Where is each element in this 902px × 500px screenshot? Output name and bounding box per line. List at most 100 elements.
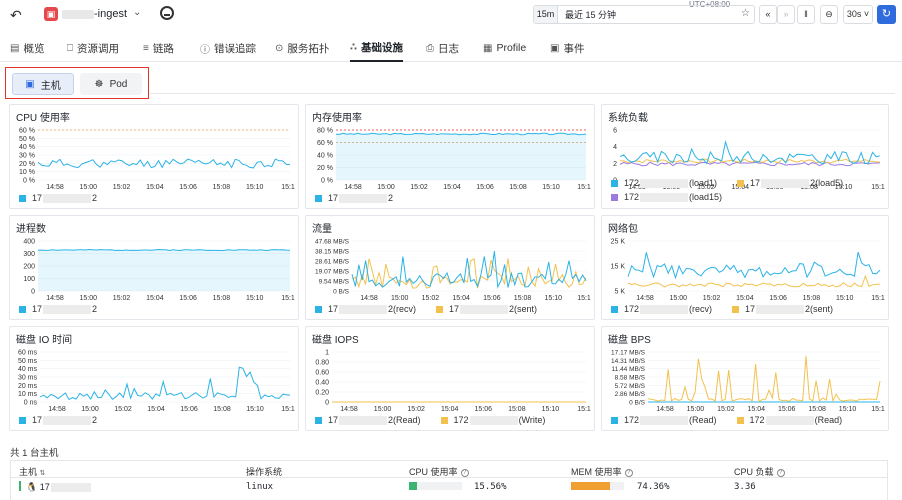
back-arrow-icon[interactable]: ↶ bbox=[10, 7, 22, 24]
status-indicator bbox=[19, 481, 21, 491]
x-tick-label: 15:10 bbox=[246, 406, 264, 413]
y-tick-label: 0.60 bbox=[315, 370, 329, 377]
legend-item[interactable]: 172(Read) bbox=[736, 415, 843, 425]
tab-resource[interactable]: ⎕ 资源调用 bbox=[67, 34, 119, 62]
legend-item[interactable]: 172(recv) bbox=[315, 304, 416, 314]
refresh-icon[interactable]: ↻ bbox=[877, 5, 896, 24]
help-icon[interactable]: ? bbox=[624, 468, 633, 477]
x-tick-label: 15:08 bbox=[213, 406, 231, 413]
legend-item[interactable]: 17 2 bbox=[315, 193, 393, 203]
cpu-usage-card: CPU 使用率 60 % 50 % 40 % 30 % 20 % 10 % 0 % 14:58 1… bbox=[9, 104, 299, 209]
log-icon: ⎙ bbox=[426, 42, 434, 54]
tab-error[interactable]: ⓘ 错误追踪 bbox=[200, 34, 256, 62]
legend-text: (Read) bbox=[814, 415, 843, 425]
help-icon[interactable]: ? bbox=[776, 468, 785, 477]
tab-trace[interactable]: ≡ 链路 bbox=[143, 34, 174, 62]
y-tick-label: 5.72 MB/S bbox=[615, 383, 646, 390]
chart-legend: 17 2 bbox=[315, 193, 589, 203]
legend-item[interactable]: 172 (load1) bbox=[611, 178, 717, 188]
y-tick-label: 0 B/S bbox=[629, 400, 646, 407]
y-tick-label: 60 ms bbox=[18, 350, 38, 357]
series-area bbox=[38, 249, 290, 291]
legend-item[interactable]: 172 (load15) bbox=[611, 192, 863, 202]
tab-overview[interactable]: ▤ 概览 bbox=[10, 34, 44, 62]
col-mem-label: MEM 使用率 bbox=[571, 467, 622, 477]
legend-item[interactable]: 17 2(sent) bbox=[436, 304, 537, 314]
legend-text: 2(sent) bbox=[509, 304, 538, 314]
user-icon[interactable] bbox=[160, 6, 174, 20]
tab-profile[interactable]: ▦ Profile bbox=[483, 34, 526, 62]
segment-host[interactable]: ▣ 主机 bbox=[12, 73, 74, 95]
legend-swatch bbox=[440, 416, 448, 424]
legend-item[interactable]: 17 2 bbox=[19, 193, 97, 203]
sort-icon[interactable]: ⇅ bbox=[40, 470, 46, 477]
x-tick-label: 15:04 bbox=[146, 295, 164, 302]
tab-infra[interactable]: ∴ 基础设施 bbox=[350, 34, 403, 62]
divider bbox=[11, 477, 887, 478]
y-tick-label: 0 bbox=[325, 400, 329, 407]
x-tick-label: 15:00 bbox=[81, 406, 99, 413]
y-tick-label: 0.20 bbox=[315, 390, 329, 397]
y-tick-label: 400 bbox=[23, 239, 35, 246]
legend-item[interactable]: 17 2 bbox=[19, 415, 97, 425]
x-tick-label: 15:04 bbox=[147, 406, 165, 413]
tab-topology[interactable]: ⊙ 服务拓扑 bbox=[275, 34, 329, 62]
chart-legend: 172 (recv) 17 2(sent) bbox=[611, 304, 883, 314]
legend-text: (recv) bbox=[689, 304, 713, 314]
x-tick-label: 15:04 bbox=[443, 184, 461, 191]
step-forward-icon[interactable]: » bbox=[777, 5, 795, 24]
divider bbox=[150, 93, 895, 94]
legend-item[interactable]: 172 (Write) bbox=[440, 415, 545, 425]
refresh-interval-select[interactable]: 30s ˅ bbox=[843, 5, 873, 24]
x-tick-label: 15:1 bbox=[281, 184, 295, 191]
legend-swatch bbox=[732, 305, 740, 313]
legend-text: 172 bbox=[624, 415, 640, 425]
pin-icon[interactable]: ☆ bbox=[741, 8, 750, 19]
os-cell: linux bbox=[246, 482, 274, 492]
series-area bbox=[336, 133, 586, 180]
y-tick-label: 15 K bbox=[611, 264, 626, 271]
app-name[interactable]: -ingest bbox=[94, 8, 127, 20]
tab-label: 概览 bbox=[23, 42, 45, 55]
host-total: 共 1 台主机 bbox=[10, 448, 59, 459]
y-tick-label: 0.40 bbox=[315, 380, 329, 387]
help-icon[interactable]: ? bbox=[460, 468, 469, 477]
tab-label: 错误追踪 bbox=[214, 42, 256, 55]
legend-item[interactable]: 172(Read) bbox=[611, 415, 717, 425]
zoom-out-icon[interactable]: ⊖ bbox=[820, 5, 838, 24]
pod-icon: ☸ bbox=[94, 78, 104, 90]
legend-item[interactable]: 17 2(sent) bbox=[732, 304, 833, 314]
cpu-cell: 15.56% bbox=[474, 482, 507, 492]
legend-item[interactable]: 172(Read) bbox=[315, 415, 421, 425]
y-tick-label: 6 bbox=[613, 128, 617, 135]
x-tick-label: 14:58 bbox=[656, 406, 674, 413]
chevron-down-icon[interactable]: ⌄ bbox=[133, 7, 141, 18]
legend-item[interactable]: 17 2(load5) bbox=[737, 178, 843, 188]
legend-text: 17 bbox=[32, 415, 43, 425]
legend-item[interactable]: 17 2 bbox=[19, 304, 97, 314]
x-tick-label: 15:08 bbox=[213, 295, 231, 302]
x-tick-label: 15:00 bbox=[377, 184, 395, 191]
pause-icon[interactable]: ‖ bbox=[797, 5, 815, 24]
chart-legend: 17 2 bbox=[19, 193, 293, 203]
y-tick-label: 60 % bbox=[317, 140, 333, 147]
event-icon: ▣ bbox=[550, 42, 560, 54]
time-range-picker[interactable]: 15m 最近 15 分钟 ☆ bbox=[533, 5, 755, 24]
mem-bar bbox=[571, 482, 624, 490]
tab-log[interactable]: ⎙ 日志 bbox=[426, 34, 459, 62]
series-line bbox=[627, 252, 881, 280]
host-cell[interactable]: 🐧 17 bbox=[26, 482, 92, 493]
legend-item[interactable]: 172(recv) bbox=[611, 304, 712, 314]
y-tick-label: 100 bbox=[23, 276, 35, 283]
legend-text: 172 bbox=[624, 178, 640, 188]
legend-swatch bbox=[737, 179, 745, 187]
mem-bar-fill bbox=[571, 482, 611, 490]
col-cpu-label: CPU 使用率 bbox=[409, 467, 458, 477]
x-tick-label: 14:58 bbox=[46, 295, 64, 302]
segment-pod[interactable]: ☸ Pod bbox=[80, 73, 142, 95]
legend-text: 17 bbox=[328, 193, 339, 203]
x-tick-label: 15:06 bbox=[769, 295, 787, 302]
legend-text: 2(Read) bbox=[388, 415, 421, 425]
tab-event[interactable]: ▣ 事件 bbox=[550, 34, 584, 62]
step-back-icon[interactable]: « bbox=[759, 5, 777, 24]
